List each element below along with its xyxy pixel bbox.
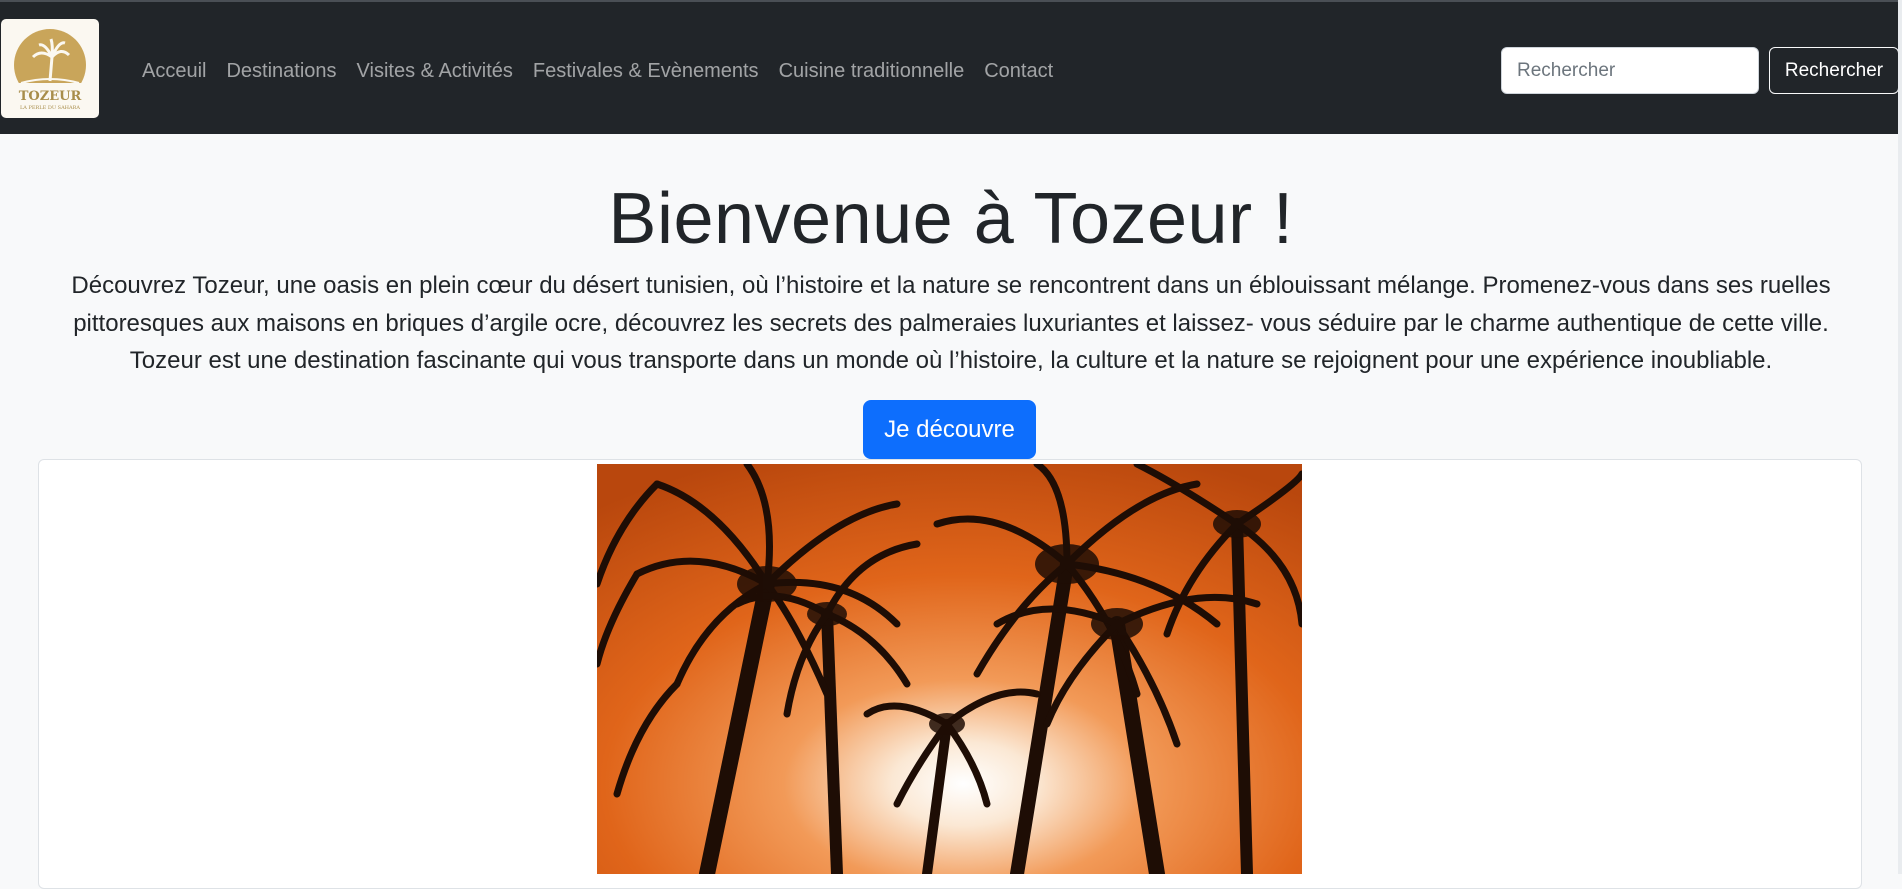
nav-link-contact[interactable]: Contact <box>984 58 1053 84</box>
nav-link-visites-activites[interactable]: Visites & Activités <box>357 58 513 84</box>
discover-button[interactable]: Je découvre <box>863 400 1036 459</box>
nav-link-cuisine-traditionnelle[interactable]: Cuisine traditionnelle <box>779 58 965 84</box>
logo-tagline: LA PERLE DU SAHARA <box>19 105 81 111</box>
nav-link-destinations[interactable]: Destinations <box>226 58 336 84</box>
brand-logo[interactable]: TOZEUR LA PERLE DU SAHARA <box>1 19 99 118</box>
search-input[interactable] <box>1501 47 1759 94</box>
search-button[interactable]: Rechercher <box>1769 47 1899 94</box>
hero-lead-text: Découvrez Tozeur, une oasis en plein cœu… <box>71 272 1831 374</box>
nav-links: Acceuil Destinations Visites & Activités… <box>142 58 1073 84</box>
page-scrollbar[interactable] <box>1898 0 1902 874</box>
nav-link-festivales-evenements[interactable]: Festivales & Evènements <box>533 58 759 84</box>
hero-title: Bienvenue à Tozeur ! <box>608 179 1294 259</box>
top-navbar: TOZEUR LA PERLE DU SAHARA Acceuil Destin… <box>0 0 1902 134</box>
nav-link-acceuil[interactable]: Acceuil <box>142 58 206 84</box>
logo-title: TOZEUR <box>18 89 82 104</box>
palm-trees-image <box>597 464 1302 874</box>
